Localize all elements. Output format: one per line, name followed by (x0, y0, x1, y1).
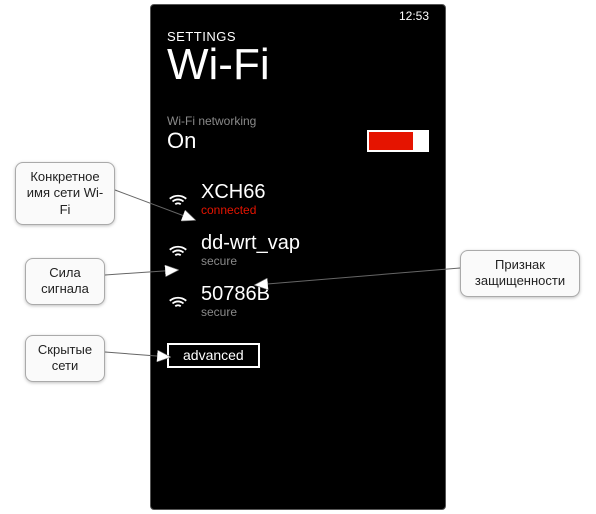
phone-screen: 12:53 SETTINGS Wi-Fi Wi-Fi networking On… (150, 4, 446, 510)
wifi-toggle-row: On (167, 128, 429, 154)
page-title: Wi-Fi (167, 40, 429, 90)
network-status: secure (201, 254, 300, 268)
network-name: 50786B (201, 284, 270, 305)
callout-network-name: Конкретное имя сети Wi-Fi (15, 162, 115, 225)
advanced-button[interactable]: advanced (167, 343, 260, 368)
callout-signal-strength: Сила сигнала (25, 258, 105, 305)
network-name: dd-wrt_vap (201, 233, 300, 254)
wifi-signal-icon (167, 288, 189, 308)
wifi-networking-label: Wi-Fi networking (167, 114, 429, 128)
wifi-toggle[interactable] (367, 130, 429, 152)
clock: 12:53 (399, 9, 429, 23)
toggle-knob (413, 132, 427, 150)
network-item[interactable]: dd-wrt_vap secure (167, 233, 429, 268)
network-name: XCH66 (201, 182, 265, 203)
callout-secure-indicator: Признак защищенности (460, 250, 580, 297)
network-item[interactable]: XCH66 connected (167, 182, 429, 217)
network-item[interactable]: 50786B secure (167, 284, 429, 319)
network-status: connected (201, 203, 265, 217)
wifi-signal-icon (167, 237, 189, 257)
status-bar: 12:53 (167, 5, 429, 27)
wifi-toggle-state: On (167, 128, 196, 154)
callout-hidden-networks: Скрытые сети (25, 335, 105, 382)
wifi-signal-icon (167, 186, 189, 206)
network-status: secure (201, 305, 270, 319)
